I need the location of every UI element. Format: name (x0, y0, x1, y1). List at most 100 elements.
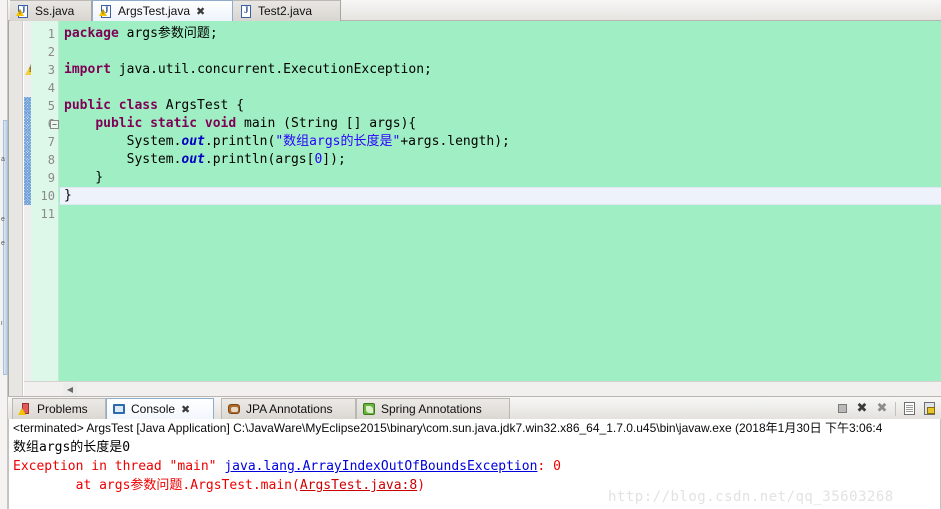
x-all-icon: ✖ (876, 401, 888, 416)
line-number-ruler: 1234567891011 (31, 21, 59, 396)
view-tab-label: Console (131, 402, 176, 416)
toolbar-separator (895, 401, 896, 416)
editor-tab-bar: Ss.java ArgsTest.java ✖ Test2.java (8, 0, 941, 21)
console-toolbar: ✖ ✖ (832, 398, 941, 419)
code-token: out (181, 152, 205, 167)
line-number: 3 (47, 63, 55, 77)
code-line-6[interactable]: public static void main (String [] args)… (60, 115, 941, 133)
console-launch-header: <terminated> ArgsTest [Java Application]… (13, 421, 883, 435)
code-token: package (64, 26, 127, 41)
editor-marker-bar[interactable] (9, 21, 23, 396)
editor-tab-label: Test2.java (258, 4, 313, 18)
scroll-lock-button[interactable] (920, 400, 938, 418)
console-line-0: 数组args的长度是0 (9, 438, 940, 457)
scroll-left-arrow-icon[interactable]: ◀ (63, 383, 77, 396)
editor-tab-ss-java[interactable]: Ss.java (10, 0, 92, 21)
code-line-1[interactable]: package args参数问题; (60, 25, 941, 43)
close-icon[interactable]: ✖ (196, 5, 205, 18)
terminate-button[interactable] (833, 400, 851, 418)
console-text: at args参数问题.ArgsTest.main( (13, 478, 300, 493)
editor-code-surface[interactable]: 1234567891011 package args参数问题;import ja… (31, 21, 941, 396)
left-sliver-mark: e (1, 216, 5, 223)
code-token: .println(args[ (204, 152, 315, 167)
code-fold-collapse-icon[interactable]: − (50, 120, 59, 129)
console-tab-bar: ✖ ✖ Problems Console ✖ JPA Annotations Spring… (8, 397, 941, 419)
code-token: public static void (95, 116, 245, 131)
code-line-10[interactable]: } (60, 187, 941, 205)
bottom-view-stack: ✖ ✖ Problems Console ✖ JPA Annotations Spring… (8, 396, 941, 509)
editor-tab-label: ArgsTest.java (118, 4, 191, 18)
console-text: "main" (169, 459, 225, 474)
code-editor[interactable]: 1234567891011 package args参数问题;import ja… (8, 21, 941, 396)
code-token: import (64, 62, 119, 77)
code-token: main (String [] args){ (244, 116, 417, 131)
x-icon: ✖ (856, 401, 868, 416)
code-token: System. (64, 152, 182, 167)
java-file-warning-icon (99, 4, 113, 19)
code-token: +args.length); (400, 134, 510, 149)
code-token: } (64, 188, 72, 203)
java-file-warning-icon (16, 4, 30, 19)
editor-folding-gutter[interactable] (24, 21, 31, 396)
view-tab-jpa-annotations[interactable]: JPA Annotations (221, 398, 356, 419)
editor-tab-test2-java[interactable]: Test2.java (233, 0, 341, 21)
code-text-area[interactable]: package args参数问题; import java.util.concur… (60, 21, 941, 396)
console-text: 数组args的长度是0 (13, 440, 131, 455)
line-number: 4 (47, 81, 55, 95)
left-view-sliver[interactable]: a e e i (0, 0, 8, 509)
view-tab-problems[interactable]: Problems (12, 398, 106, 419)
code-token: System. (64, 134, 182, 149)
code-token: public class (64, 98, 166, 113)
line-number: 11 (40, 207, 55, 221)
eclipse-ide-window: a e e i Ss.javaArgsTest.java✖Test2.java … (0, 0, 941, 509)
code-line-5[interactable]: public class ArgsTest { (60, 97, 941, 115)
view-tab-label: Problems (37, 402, 88, 416)
code-token: ArgsTest { (165, 98, 245, 113)
console-text: ) (417, 478, 426, 493)
code-line-7[interactable]: System.out.println("数组args的长度是"+args.len… (60, 133, 941, 151)
console-text: : 0 (537, 459, 561, 474)
code-token: ]); (322, 152, 346, 167)
editor-horizontal-scrollbar[interactable]: ◀ (24, 381, 941, 396)
line-number: 5 (47, 99, 55, 113)
editor-fold-band[interactable] (24, 97, 31, 205)
view-tab-spring-annotations[interactable]: Spring Annotations (356, 398, 510, 419)
editor-tab-label: Ss.java (35, 4, 75, 18)
code-token: "数组args的长度是" (275, 134, 401, 149)
stacktrace-link[interactable]: java.lang.ArrayIndexOutOfBoundsException (224, 459, 537, 474)
code-token: } (64, 170, 104, 185)
close-icon[interactable]: ✖ (181, 403, 190, 416)
code-line-3[interactable]: import java.util.concurrent.ExecutionExc… (60, 61, 941, 79)
console-output[interactable]: <terminated> ArgsTest [Java Application]… (8, 419, 941, 509)
java-file-icon (239, 4, 253, 19)
left-sliver-mark: i (1, 320, 3, 327)
remove-all-terminated-button[interactable]: ✖ (873, 400, 891, 418)
page-icon (903, 402, 915, 415)
remove-launch-button[interactable]: ✖ (853, 400, 871, 418)
editor-tab-argstest-java[interactable]: ArgsTest.java ✖ (92, 0, 233, 21)
jpa-annotations-icon (227, 402, 242, 417)
stop-square-icon (837, 404, 847, 413)
spring-annotations-icon (362, 402, 377, 417)
lock-icon (923, 402, 935, 415)
view-tab-console[interactable]: Console ✖ (106, 398, 214, 419)
line-number: 9 (47, 171, 55, 185)
line-number: 8 (47, 153, 55, 167)
code-token: out (181, 134, 205, 149)
clear-console-button[interactable] (900, 400, 918, 418)
stacktrace-link[interactable]: ArgsTest.java:8 (300, 478, 417, 493)
left-sliver-mark: a (1, 156, 5, 163)
view-tab-label: JPA Annotations (246, 402, 333, 416)
code-line-11[interactable] (60, 205, 941, 223)
console-text: Exception in thread (13, 459, 170, 474)
code-line-2[interactable] (60, 43, 941, 61)
code-line-8[interactable]: System.out.println(args[0]); (60, 151, 941, 169)
code-line-4[interactable] (60, 79, 941, 97)
code-line-9[interactable]: } (60, 169, 941, 187)
code-token: .println( (204, 134, 276, 149)
line-number: 1 (47, 27, 55, 41)
line-number: 2 (47, 45, 55, 59)
left-sliver-mark: e (1, 240, 5, 247)
line-number: 10 (40, 189, 55, 203)
